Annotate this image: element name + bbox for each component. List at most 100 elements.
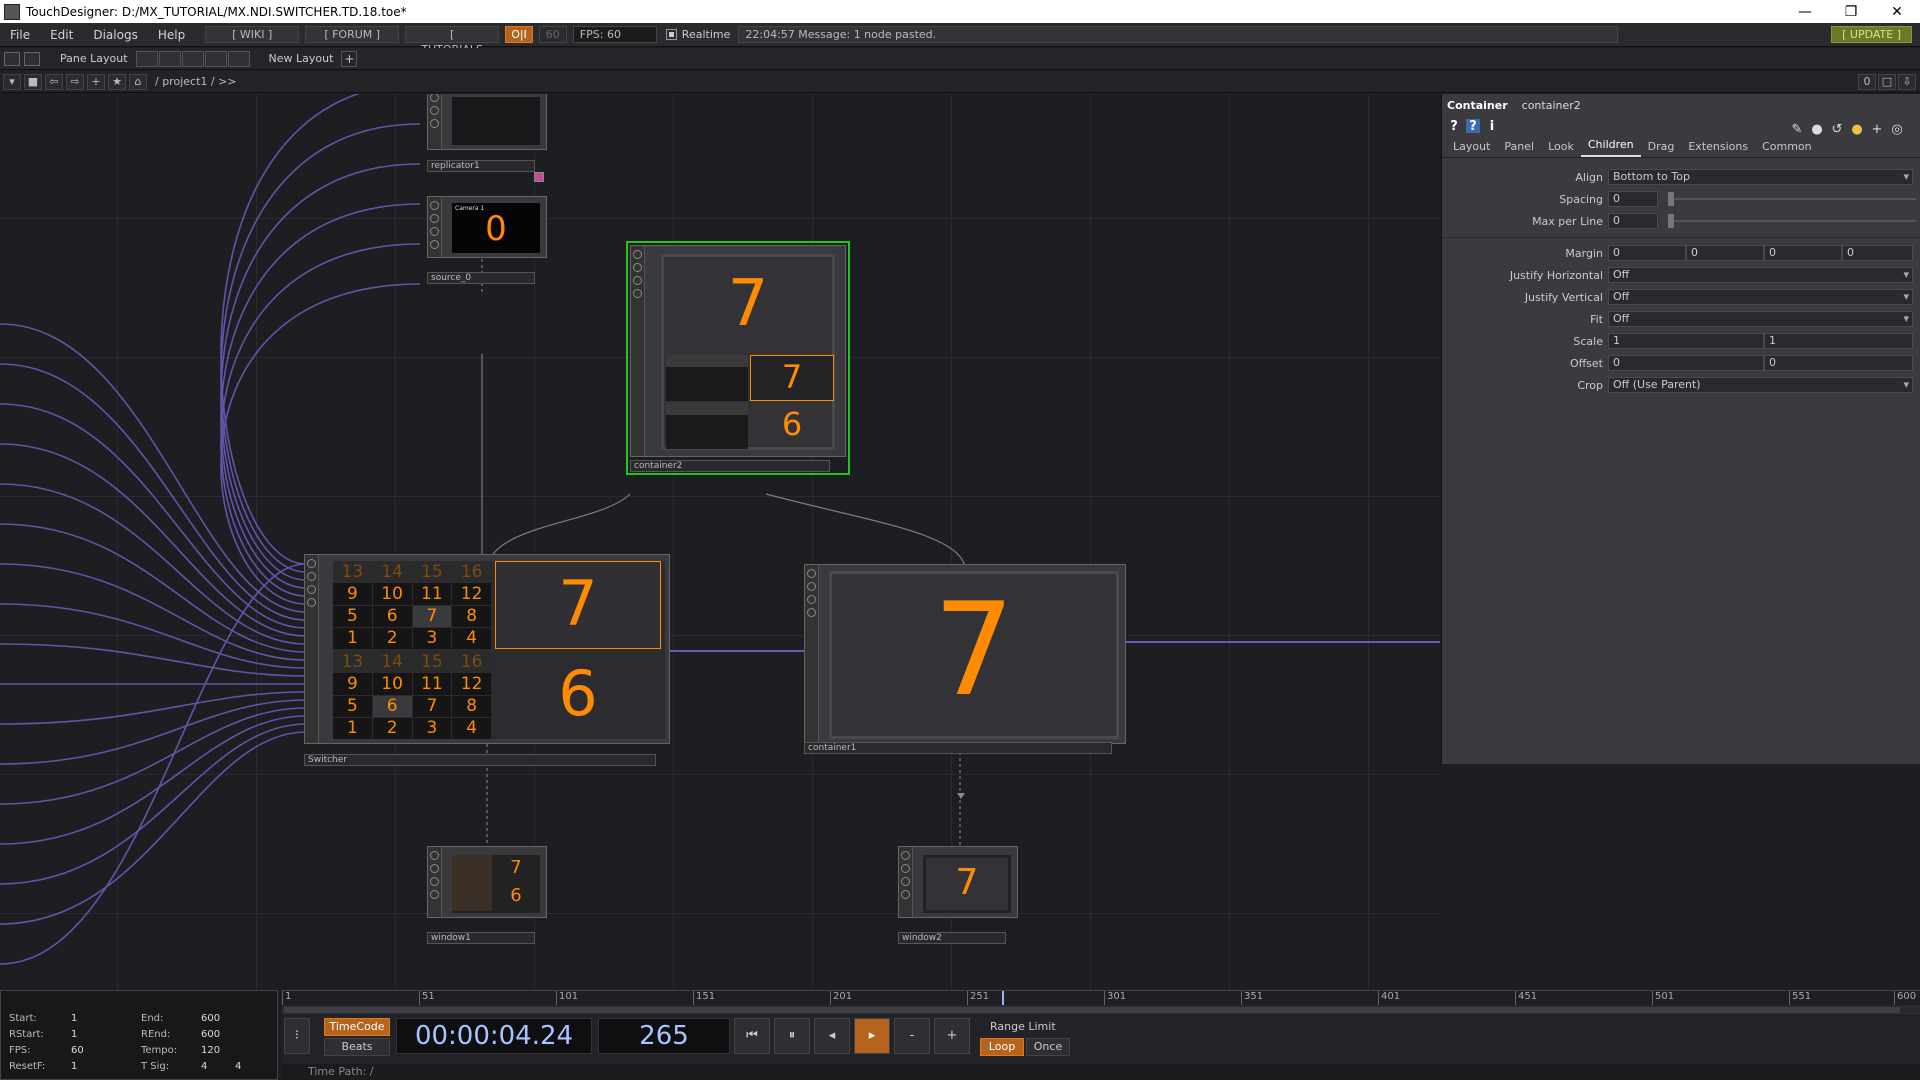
grid-cell[interactable]: 15 [412,651,452,673]
tab-drag[interactable]: Drag [1641,140,1682,157]
grid-cell[interactable]: 13 [333,561,372,583]
update-button[interactable]: [ UPDATE ] [1831,26,1912,43]
layout-quad-button[interactable] [227,50,250,67]
margin-bottom-field[interactable]: 0 [1764,245,1842,261]
grid-cell[interactable]: 11 [412,583,452,605]
grid-cell[interactable]: 1 [333,627,372,649]
timeline-ruler[interactable]: 1 51 101 151 201 251 301 351 401 451 501 551 600 [282,990,1920,1005]
help-icon[interactable]: ? [1447,119,1461,134]
container1-node[interactable]: 7 [804,564,1126,744]
play-icon[interactable]: ▸ [854,1018,890,1054]
pane-type-icon[interactable] [4,51,20,66]
add-layout-button[interactable]: + [341,50,358,67]
timeline-scrollbar[interactable] [282,1005,1920,1015]
layout-single-button[interactable] [135,50,158,67]
network-editor[interactable]: replicator1 Camera 1 0 source_0 7 7 6 co… [0,94,1440,989]
grid-cell[interactable]: 5 [333,605,372,627]
grid-cell[interactable]: 4 [452,717,491,739]
perform-mode-button[interactable]: O|I [505,26,533,43]
grid-cell[interactable]: 3 [412,717,452,739]
offset-x-field[interactable]: 0 [1608,355,1764,371]
rend-value[interactable]: 600 [201,1029,220,1040]
once-toggle[interactable]: Once [1026,1038,1070,1056]
grid-cell[interactable]: 8 [452,605,491,627]
layout-split-h-button[interactable] [181,50,204,67]
layout-triple-button[interactable] [204,50,227,67]
download-icon[interactable]: ⇩ [1898,73,1916,90]
grid-cell[interactable]: 12 [452,583,491,605]
beats-toggle[interactable]: Beats [324,1038,390,1056]
layout-split-v-button[interactable] [158,50,181,67]
source-node[interactable]: Camera 1 0 [427,196,547,258]
start-value[interactable]: 1 [71,1013,77,1024]
grid-cell[interactable]: 12 [452,673,491,695]
grid-cell[interactable]: 10 [372,583,412,605]
tab-children[interactable]: Children [1580,138,1641,157]
justify-v-dropdown[interactable]: Off [1608,289,1913,305]
max-per-line-slider[interactable] [1668,214,1916,228]
edit-icon[interactable]: ✎ [1790,122,1804,137]
star-icon[interactable]: ★ [108,73,126,90]
margin-top-field[interactable]: 0 [1842,245,1913,261]
info-icon[interactable]: i [1485,119,1499,134]
grid-cell[interactable]: 10 [372,673,412,695]
container2-node[interactable]: 7 7 6 [630,245,846,457]
menu-help[interactable]: Help [148,28,195,42]
menu-edit[interactable]: Edit [40,28,83,42]
max-per-line-field[interactable]: 0 [1608,213,1658,229]
timeline-menu-icon[interactable]: ⁝ [284,1018,310,1054]
loop-toggle[interactable]: Loop [980,1038,1024,1056]
timecode-toggle[interactable]: TimeCode [324,1018,390,1036]
grid-cell[interactable]: 4 [452,627,491,649]
margin-left-field[interactable]: 0 [1608,245,1686,261]
scale-x-field[interactable]: 1 [1608,333,1764,349]
grid-cell[interactable]: 9 [333,583,372,605]
rewind-icon[interactable]: ⏮ [734,1018,770,1054]
python-help-icon[interactable]: ? [1466,119,1480,134]
spacing-slider[interactable] [1668,192,1916,206]
tsig-b-value[interactable]: 4 [235,1061,241,1072]
decrement-icon[interactable]: - [894,1018,930,1054]
fit-dropdown[interactable]: Off [1608,311,1913,327]
param-op-name[interactable]: container2 [1522,99,1581,112]
step-back-icon[interactable]: ◂ [814,1018,850,1054]
frame-display[interactable]: 265 [598,1018,730,1054]
add-param-icon[interactable]: + [1870,122,1884,137]
realtime-checkbox[interactable] [665,29,677,40]
grid-cell[interactable]: 16 [452,651,491,673]
timecode-display[interactable]: 00:00:04.24 [396,1018,592,1054]
grid-cell[interactable]: 15 [412,561,452,583]
wiki-button[interactable]: [ WIKI ] [205,26,300,43]
maximize-pane-icon[interactable]: □ [1878,73,1896,90]
tutorials-button[interactable]: [ TUTORIALS ] [405,26,500,71]
tab-layout[interactable]: Layout [1446,140,1497,157]
python-icon[interactable]: ● [1850,122,1864,137]
tab-look[interactable]: Look [1541,140,1581,157]
grid-cell[interactable]: 1 [333,717,372,739]
bypass-icon[interactable]: ↺ [1830,122,1844,137]
grid-cell[interactable]: 3 [412,627,452,649]
forward-arrow-icon[interactable]: ⇨ [66,73,84,90]
tab-common[interactable]: Common [1755,140,1819,157]
forum-button[interactable]: [ FORUM ] [305,26,400,43]
zero-button[interactable]: 0 [1858,73,1876,90]
grid-cell[interactable]: 7 [412,695,452,717]
end-value[interactable]: 600 [201,1013,220,1024]
resetf-value[interactable]: 1 [71,1061,77,1072]
fps-value[interactable]: 60 [71,1045,84,1056]
increment-icon[interactable]: + [934,1018,970,1054]
network-path[interactable]: / project1 / >> [155,75,237,88]
menu-dialogs[interactable]: Dialogs [83,28,147,42]
tempo-value[interactable]: 120 [201,1045,220,1056]
tab-panel[interactable]: Panel [1497,140,1541,157]
grid-cell[interactable]: 16 [452,561,491,583]
rstart-value[interactable]: 1 [71,1029,77,1040]
grid-cell[interactable]: 9 [333,673,372,695]
grid-cell[interactable]: 5 [333,695,372,717]
home-icon[interactable]: ⌂ [129,73,147,90]
scale-y-field[interactable]: 1 [1764,333,1913,349]
crop-dropdown[interactable]: Off (Use Parent) [1608,377,1913,393]
close-button[interactable]: ✕ [1874,4,1920,20]
menu-file[interactable]: File [0,28,40,42]
comment-icon[interactable]: ● [1810,122,1824,137]
